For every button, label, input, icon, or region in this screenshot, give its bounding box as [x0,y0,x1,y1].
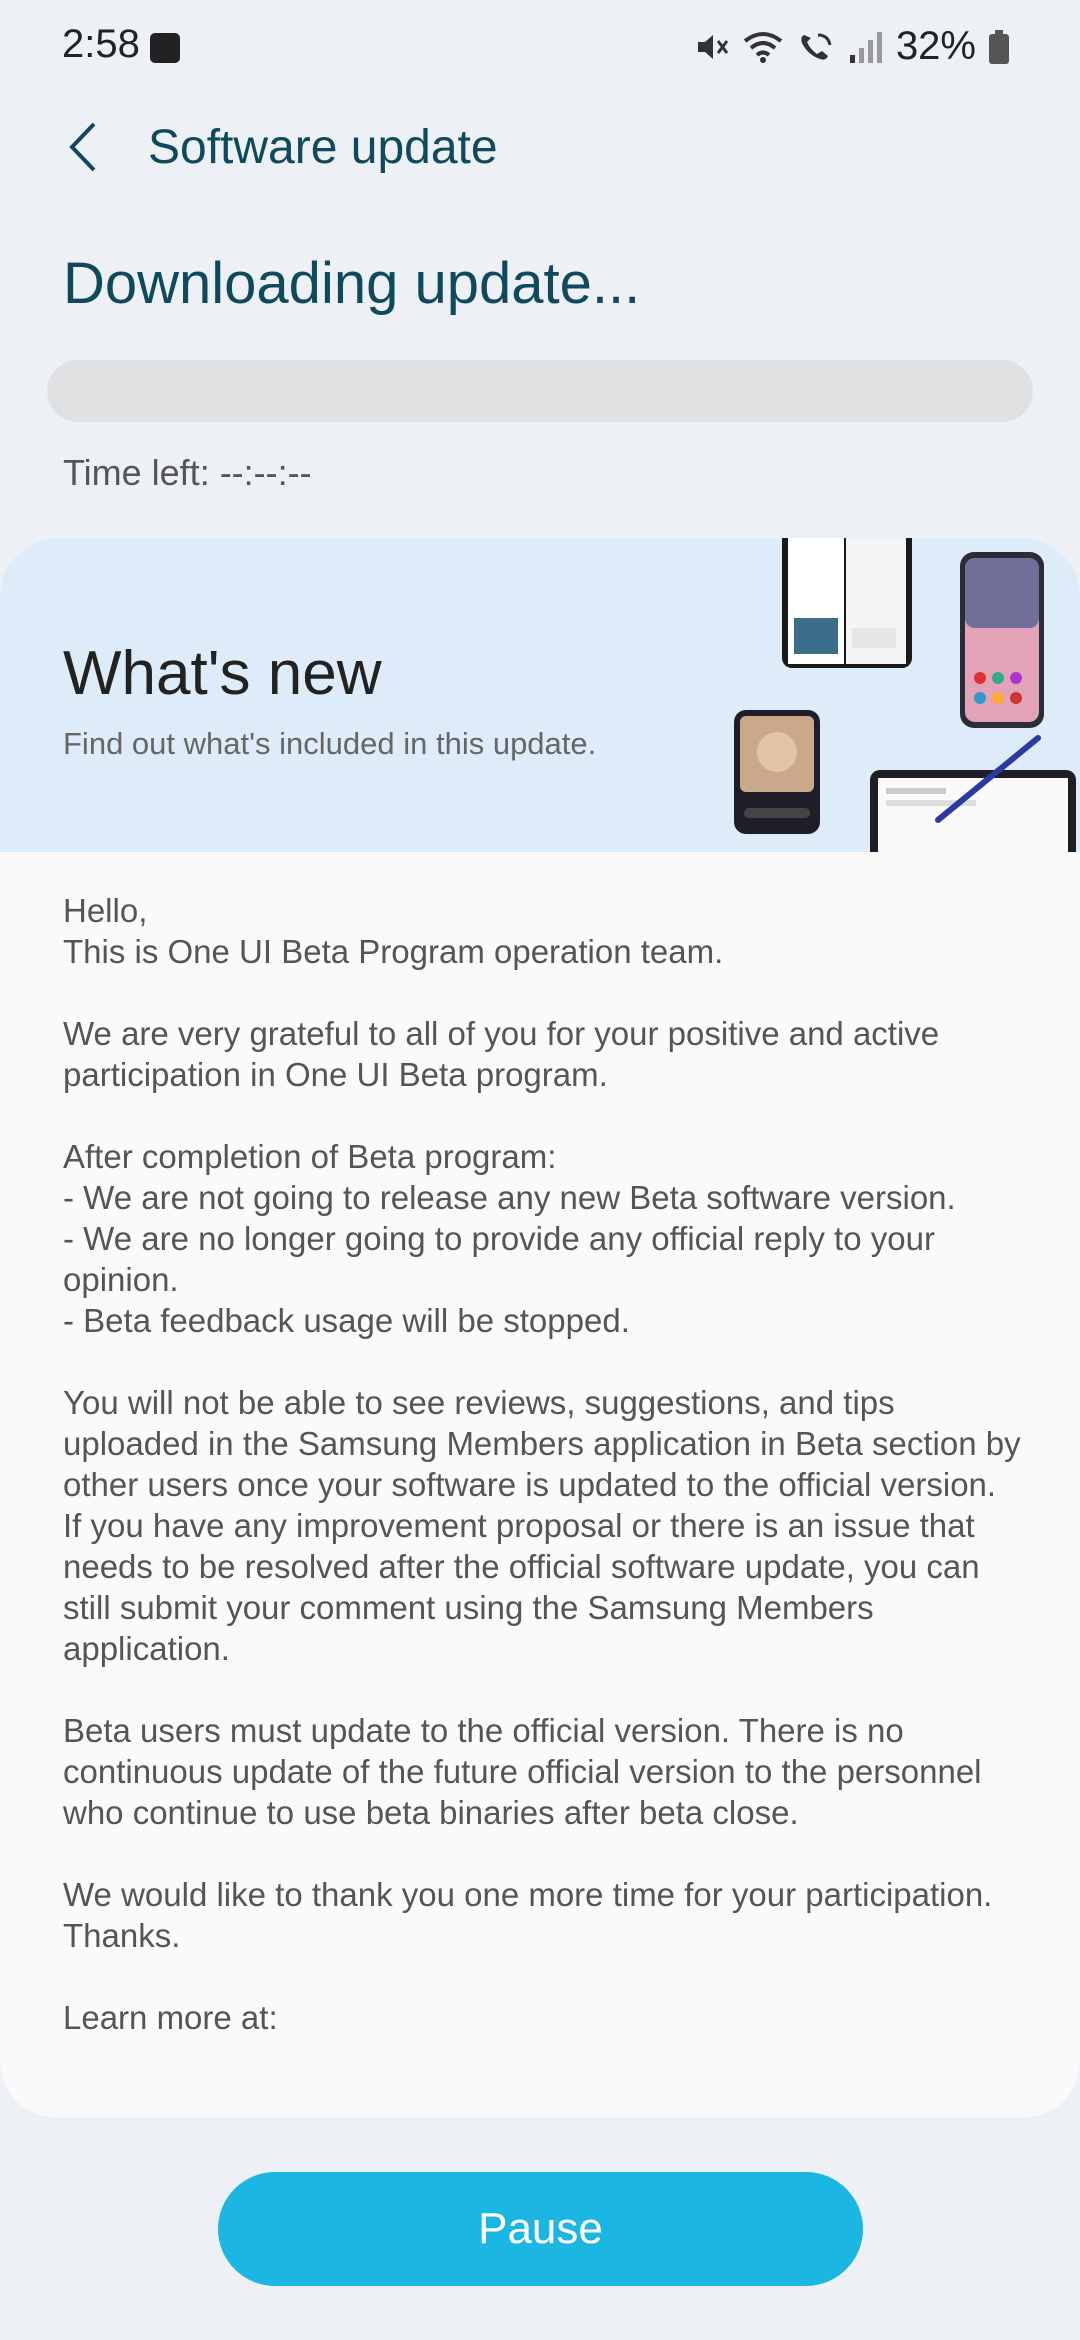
whats-new-subtitle: Find out what's included in this update. [63,726,597,761]
status-bar: 2:58 32% [0,0,1080,96]
time-left-label: Time left: --:--:-- [63,452,312,493]
whats-new-card[interactable]: What's new Find out what's included in t… [0,538,1080,2118]
devices-illustration [734,538,1076,852]
whats-new-banner: What's new Find out what's included in t… [0,538,1080,852]
wifi-calling-icon [801,33,832,60]
whats-new-title: What's new [63,639,382,708]
pause-button[interactable]: Pause [218,2172,863,2286]
page-title: Software update [148,121,498,174]
notification-app-icon [150,33,180,63]
status-icons: 32% [694,24,1010,69]
chevron-left-icon [69,122,96,172]
wifi-icon [743,31,783,63]
signal-icon [849,31,882,63]
status-time: 2:58 [62,22,140,66]
release-notes-text: Hello, This is One UI Beta Program opera… [63,892,1021,2036]
battery-percent: 32% [895,24,976,68]
battery-icon [989,29,1009,64]
download-progress-bar [47,360,1033,422]
mute-icon [697,34,729,59]
download-status-title: Downloading update... [63,251,641,316]
back-button[interactable] [48,112,118,182]
